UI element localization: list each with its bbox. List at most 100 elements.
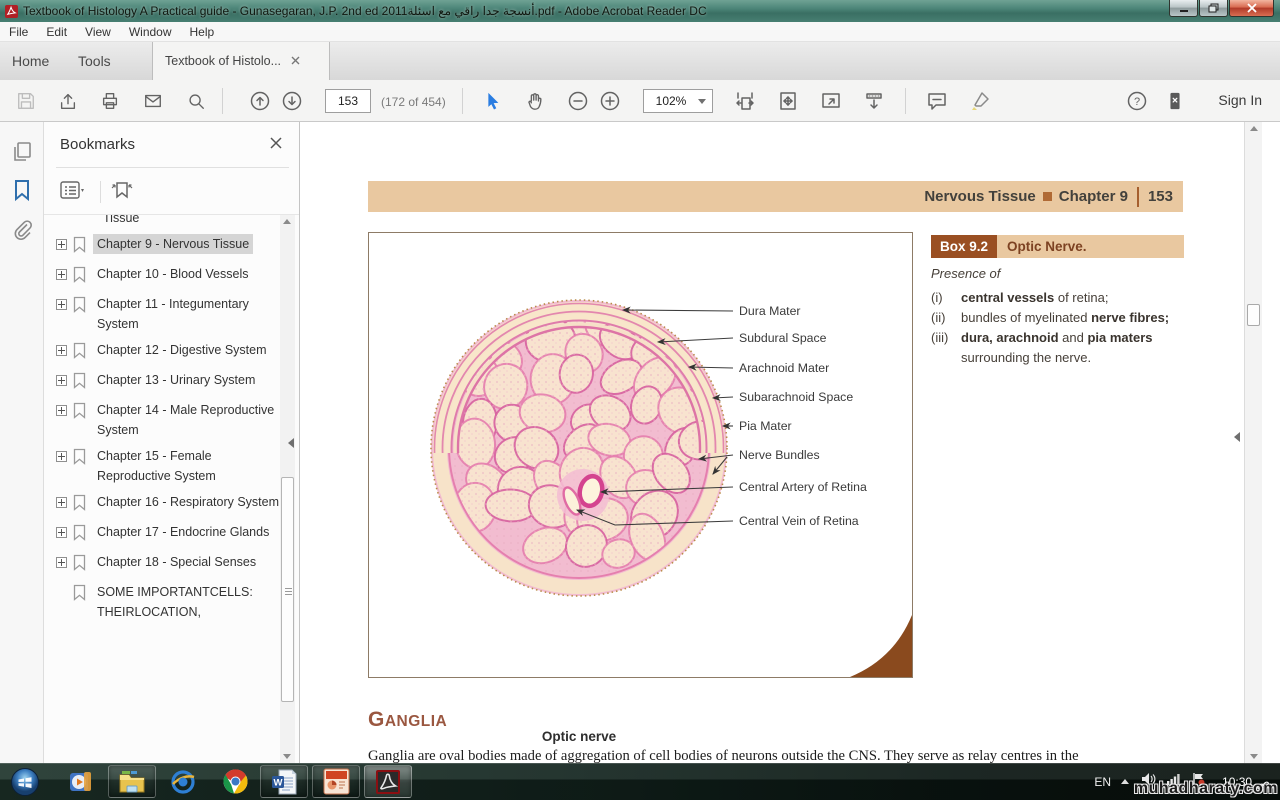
bookmark-label: Chapter 9 - Nervous Tissue bbox=[93, 234, 253, 254]
scroll-down-icon[interactable] bbox=[283, 754, 291, 759]
doc-scroll-down-icon[interactable] bbox=[1250, 754, 1258, 759]
document-scrollbar[interactable] bbox=[1244, 122, 1262, 763]
box-title: Optic Nerve. bbox=[997, 239, 1087, 254]
bookmark-list: Tissue Chapter 9 - Nervous Tissue Chapter … bbox=[50, 215, 286, 763]
chevron-down-icon bbox=[698, 99, 706, 104]
fit-page-icon[interactable] bbox=[776, 89, 800, 113]
section-heading: GANGLIA bbox=[368, 708, 447, 732]
file-explorer-button[interactable] bbox=[108, 765, 156, 798]
figure-label: Pia Mater bbox=[739, 419, 792, 433]
menu-window[interactable]: Window bbox=[120, 25, 181, 39]
sign-in-button[interactable]: Sign In bbox=[1218, 92, 1262, 108]
bookmark-item[interactable]: Chapter 18 - Special Senses bbox=[50, 549, 286, 579]
select-cursor-icon[interactable] bbox=[480, 89, 504, 113]
corner-decoration bbox=[850, 615, 912, 677]
document-scrollbar-thumb[interactable] bbox=[1247, 304, 1260, 326]
highlighter-icon[interactable] bbox=[968, 89, 992, 113]
panel-scrollbar[interactable] bbox=[280, 215, 295, 763]
bookmark-item[interactable]: Chapter 12 - Digestive System bbox=[50, 337, 286, 367]
acrobat-reader-button[interactable] bbox=[364, 765, 412, 798]
main-toolbar: (172 of 454) 102% ? Sign In bbox=[0, 80, 1280, 122]
language-indicator[interactable]: EN bbox=[1094, 775, 1111, 789]
comment-icon[interactable] bbox=[925, 89, 949, 113]
box-items: (i)central vessels of retina;(ii)bundles… bbox=[931, 288, 1184, 368]
expander-icon[interactable] bbox=[56, 527, 67, 538]
bookmark-item[interactable]: Chapter 13 - Urinary System bbox=[50, 367, 286, 397]
workspace: Bookmarks TissueChapter 9 - Nervous Tiss… bbox=[0, 122, 1280, 763]
bookmark-label: Chapter 18 - Special Senses bbox=[93, 552, 260, 572]
start-button[interactable] bbox=[5, 765, 45, 798]
bookmark-item[interactable]: SOME IMPORTANTCELLS: THEIRLOCATION, bbox=[50, 579, 286, 625]
bookmark-options-icon[interactable] bbox=[60, 180, 86, 205]
hidden-icons-icon[interactable] bbox=[1121, 779, 1129, 784]
bookmark-label: Chapter 15 - Female Reproductive System bbox=[93, 446, 286, 486]
expand-current-bookmark-icon[interactable] bbox=[109, 179, 135, 206]
bookmark-item[interactable]: Chapter 17 - Endocrine Glands bbox=[50, 519, 286, 549]
menu-view[interactable]: View bbox=[76, 25, 120, 39]
fit-width-icon[interactable] bbox=[733, 89, 757, 113]
mobile-device-icon[interactable] bbox=[1163, 89, 1187, 113]
bookmark-item[interactable]: Chapter 10 - Blood Vessels bbox=[50, 261, 286, 291]
bookmark-item[interactable]: Chapter 15 - Female Reproductive System bbox=[50, 443, 286, 489]
tab-tools[interactable]: Tools bbox=[78, 42, 111, 80]
expander-icon[interactable] bbox=[56, 239, 67, 250]
zoom-level-select[interactable]: 102% bbox=[643, 89, 713, 113]
fullscreen-icon[interactable] bbox=[819, 89, 843, 113]
next-page-icon[interactable] bbox=[280, 89, 304, 113]
expander-icon[interactable] bbox=[56, 269, 67, 280]
media-player-icon[interactable] bbox=[62, 765, 100, 798]
expander-icon[interactable] bbox=[56, 375, 67, 386]
panel-scrollbar-thumb[interactable] bbox=[281, 477, 294, 702]
box-list-item: (iii)dura, arachnoid and pia maters surr… bbox=[931, 328, 1184, 368]
menu-file[interactable]: File bbox=[0, 25, 37, 39]
chrome-icon[interactable] bbox=[216, 765, 254, 798]
bookmarks-collapse-icon[interactable] bbox=[288, 438, 294, 448]
attachments-icon[interactable] bbox=[10, 218, 34, 242]
scroll-up-icon[interactable] bbox=[283, 219, 291, 224]
hand-pan-icon[interactable] bbox=[523, 89, 547, 113]
zoom-out-icon[interactable] bbox=[566, 89, 590, 113]
expander-icon[interactable] bbox=[56, 345, 67, 356]
restore-button[interactable] bbox=[1199, 0, 1228, 17]
expander-icon[interactable] bbox=[56, 451, 67, 462]
powerpoint-button[interactable] bbox=[312, 765, 360, 798]
bookmarks-panel-icon[interactable] bbox=[10, 178, 34, 202]
bookmark-item[interactable]: Chapter 16 - Respiratory System bbox=[50, 489, 286, 519]
doc-scroll-up-icon[interactable] bbox=[1250, 126, 1258, 131]
save-icon[interactable] bbox=[14, 89, 38, 113]
previous-page-icon[interactable] bbox=[248, 89, 272, 113]
tab-close-icon[interactable] bbox=[291, 54, 300, 68]
internet-explorer-icon[interactable] bbox=[164, 765, 202, 798]
right-panel-collapse-icon[interactable] bbox=[1234, 432, 1240, 442]
menu-bar: File Edit View Window Help bbox=[0, 22, 1280, 42]
search-icon[interactable] bbox=[184, 89, 208, 113]
panel-close-icon[interactable] bbox=[269, 136, 283, 155]
header-divider bbox=[1137, 187, 1139, 207]
minimize-button[interactable] bbox=[1169, 0, 1198, 17]
expander-icon[interactable] bbox=[56, 405, 67, 416]
email-icon[interactable] bbox=[141, 89, 165, 113]
word-button[interactable]: W bbox=[260, 765, 308, 798]
tab-document[interactable]: Textbook of Histolo... bbox=[152, 42, 330, 80]
help-icon[interactable]: ? bbox=[1125, 89, 1149, 113]
box-list-item: (i)central vessels of retina; bbox=[931, 288, 1184, 308]
menu-help[interactable]: Help bbox=[181, 25, 224, 39]
bookmark-item[interactable]: Chapter 11 - Integumentary System bbox=[50, 291, 286, 337]
bookmark-item[interactable]: Chapter 9 - Nervous Tissue bbox=[50, 231, 286, 261]
share-upload-icon[interactable] bbox=[56, 89, 80, 113]
expander-icon[interactable] bbox=[56, 497, 67, 508]
expander-icon[interactable] bbox=[56, 299, 67, 310]
menu-edit[interactable]: Edit bbox=[37, 25, 76, 39]
bookmark-item[interactable]: Tissue bbox=[50, 215, 286, 231]
tab-home[interactable]: Home bbox=[12, 42, 49, 80]
page-count-label: (172 of 454) bbox=[381, 95, 446, 109]
page-thumbnails-icon[interactable] bbox=[10, 140, 34, 164]
svg-text:W: W bbox=[274, 777, 283, 788]
scroll-mode-icon[interactable] bbox=[862, 89, 886, 113]
bookmark-item[interactable]: Chapter 14 - Male Reproductive System bbox=[50, 397, 286, 443]
close-button[interactable] bbox=[1229, 0, 1274, 17]
expander-icon[interactable] bbox=[56, 557, 67, 568]
zoom-in-icon[interactable] bbox=[598, 89, 622, 113]
print-icon[interactable] bbox=[98, 89, 122, 113]
page-number-input[interactable] bbox=[325, 89, 371, 113]
